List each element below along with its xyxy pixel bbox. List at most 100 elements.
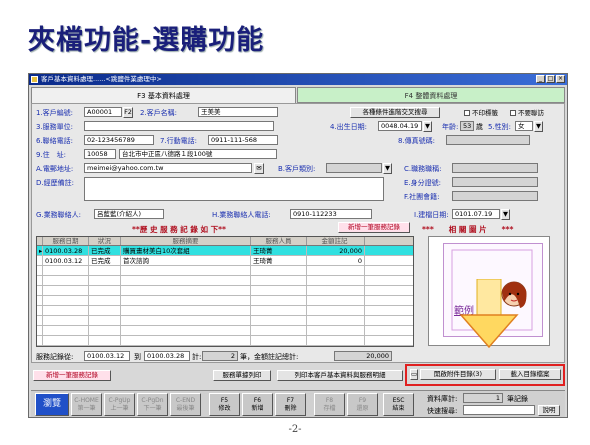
address-field[interactable]: 台北市中正區八德路１段100號 bbox=[119, 149, 277, 159]
cell-staff: 王琦菁 bbox=[251, 256, 307, 265]
cell-status: 已完成 bbox=[89, 256, 121, 265]
header-date: 服務日期 bbox=[43, 237, 89, 245]
cell-staff: 王琦菁 bbox=[251, 246, 307, 255]
customer-name-field[interactable]: 王美美 bbox=[198, 107, 278, 117]
job-field[interactable] bbox=[452, 163, 538, 173]
print-all-button[interactable]: 列印本客戶基本資料與服務明細 bbox=[277, 370, 403, 381]
no-label-checkbox[interactable]: 不印標籤 bbox=[464, 107, 498, 117]
gender-label: 5.性別: bbox=[488, 123, 512, 131]
delete-text: 刪除 bbox=[284, 405, 297, 412]
social-field[interactable] bbox=[452, 191, 538, 201]
header-amount: 金額註記 bbox=[307, 237, 365, 245]
down-arrow-icon bbox=[459, 279, 519, 349]
minimize-icon[interactable]: _ bbox=[536, 75, 545, 83]
email-icon[interactable]: ✉ bbox=[254, 163, 264, 174]
category-dropdown-icon[interactable]: ▼ bbox=[383, 163, 392, 174]
birth-label: 4.出生日期: bbox=[330, 123, 368, 131]
birth-field[interactable]: 0048.04.19 bbox=[378, 121, 422, 131]
build-date-calendar-button[interactable]: ▼ bbox=[501, 209, 510, 220]
no-label-text: 不印標籤 bbox=[472, 109, 498, 117]
open-attachment-button[interactable]: 開啟附件目錄(3) bbox=[420, 369, 496, 380]
f2-lookup-button[interactable]: F2 bbox=[123, 107, 133, 118]
gender-select[interactable]: 女 bbox=[515, 121, 533, 131]
cell-status: 已完成 bbox=[89, 246, 121, 255]
prev-record-key: C-PgUp bbox=[108, 397, 131, 404]
age-field: 53 bbox=[460, 121, 474, 131]
build-date-label: I.建檔日期: bbox=[414, 211, 449, 219]
job-label: C.職務職稱: bbox=[404, 165, 442, 173]
mobile-label: 7.行動電話: bbox=[160, 137, 198, 145]
mobile-field[interactable]: 0911-111-568 bbox=[208, 135, 278, 145]
total-field: 20,000 bbox=[334, 351, 392, 361]
edit-key: F5 bbox=[220, 397, 229, 404]
add-key: F6 bbox=[253, 397, 262, 404]
photo-area[interactable]: 範例 bbox=[428, 236, 550, 349]
table-row-empty bbox=[37, 276, 413, 286]
range-from-field[interactable]: 0100.03.12 bbox=[84, 351, 130, 361]
cell-amount: 0 bbox=[307, 256, 365, 265]
customer-id-field[interactable]: A00001 bbox=[84, 107, 122, 117]
edit-button[interactable]: F5 修改 bbox=[209, 393, 240, 416]
range-to-field[interactable]: 0100.03.28 bbox=[144, 351, 190, 361]
zip-field[interactable]: 10058 bbox=[84, 149, 116, 159]
next-record-button[interactable]: C-PgDn 下一筆 bbox=[137, 393, 168, 416]
agent-phone-field[interactable]: 0910-112233 bbox=[290, 209, 372, 219]
save-button[interactable]: F8 存檔 bbox=[314, 393, 345, 416]
maximize-icon[interactable]: □ bbox=[546, 75, 555, 83]
last-record-button[interactable]: C-END 最後筆 bbox=[170, 393, 201, 416]
print-list-button[interactable]: 服務單據列印 bbox=[213, 370, 271, 381]
restore-button[interactable]: F9 還原 bbox=[347, 393, 378, 416]
help-button[interactable]: 說明 bbox=[538, 405, 560, 416]
tab-basic-data[interactable]: F3 基本資料處理 bbox=[31, 87, 296, 103]
build-date-field[interactable]: 0101.07.19 bbox=[452, 209, 500, 219]
table-row[interactable]: ▸ 0100.03.28 已完成 購買畫材美白10次套組 王琦菁 20,000 bbox=[37, 246, 413, 256]
browse-button[interactable]: 瀏覽 bbox=[35, 393, 69, 416]
fax-field[interactable] bbox=[446, 135, 530, 145]
delete-button[interactable]: F7 刪除 bbox=[275, 393, 306, 416]
agent-field[interactable]: 呂藍藍(介紹人) bbox=[94, 209, 164, 219]
exit-button[interactable]: ESC 結束 bbox=[383, 393, 414, 416]
next-record-text: 下一筆 bbox=[143, 405, 162, 412]
load-attachment-button[interactable]: 載入目錄檔案 bbox=[499, 369, 561, 380]
phone-field[interactable]: 02-123456789 bbox=[84, 135, 154, 145]
remark-textarea[interactable] bbox=[84, 177, 384, 201]
add-record-button[interactable]: 新增一筆服務記錄 bbox=[33, 370, 111, 381]
add-button[interactable]: F6 新增 bbox=[242, 393, 273, 416]
birth-calendar-button[interactable]: ▼ bbox=[423, 121, 432, 132]
gender-dropdown-icon[interactable]: ▼ bbox=[534, 121, 543, 132]
quick-search-input[interactable] bbox=[463, 405, 535, 415]
age-unit: 歲 bbox=[476, 123, 483, 131]
count-field: 2 bbox=[202, 351, 238, 361]
table-row-empty bbox=[37, 306, 413, 316]
exit-key: ESC bbox=[392, 397, 405, 404]
cell-amount: 20,000 bbox=[307, 246, 365, 255]
table-row-empty bbox=[37, 326, 413, 336]
no-visit-text: 不要聯訪 bbox=[518, 109, 544, 117]
tab-overall-data[interactable]: F4 整體資料處理 bbox=[297, 87, 565, 103]
id-label: E.身分證號: bbox=[404, 179, 442, 187]
id-field[interactable] bbox=[452, 177, 538, 187]
first-record-button[interactable]: C-HOME 第一筆 bbox=[71, 393, 102, 416]
advanced-search-button[interactable]: 各種條件進階交叉搜尋 bbox=[350, 107, 440, 118]
table-row-empty bbox=[37, 266, 413, 276]
cell-date: 0100.03.28 bbox=[43, 246, 89, 255]
exit-text: 結束 bbox=[392, 405, 405, 412]
email-field[interactable]: meimei@yahoo.com.tw bbox=[84, 163, 252, 173]
category-field[interactable] bbox=[326, 163, 382, 173]
prev-record-button[interactable]: C-PgUp 上一筆 bbox=[104, 393, 135, 416]
table-row-empty bbox=[37, 316, 413, 326]
add-record-top-button[interactable]: 新增一筆服務記錄 bbox=[338, 222, 410, 233]
header-summary: 服務摘要 bbox=[121, 237, 251, 245]
service-unit-field[interactable] bbox=[84, 121, 274, 131]
form-panel: 1.客戶編號: A00001 F2 2.客戶名稱: 王美美 各種條件進階交叉搜尋… bbox=[31, 103, 565, 363]
header-status: 狀況 bbox=[89, 237, 121, 245]
folder-icon[interactable]: ▭ bbox=[410, 369, 418, 380]
cell-summary: 購買畫材美白10次套組 bbox=[121, 246, 251, 255]
address-label: 9.住 址: bbox=[36, 151, 67, 159]
table-row[interactable]: 0100.03.12 已完成 首次諮詢 王琦菁 0 bbox=[37, 256, 413, 266]
close-icon[interactable]: × bbox=[556, 75, 565, 83]
age-label: 年齡: bbox=[442, 123, 459, 131]
no-visit-checkbox[interactable]: 不要聯訪 bbox=[510, 107, 544, 117]
window-controls: _ □ × bbox=[536, 75, 565, 83]
save-key: F8 bbox=[325, 397, 334, 404]
